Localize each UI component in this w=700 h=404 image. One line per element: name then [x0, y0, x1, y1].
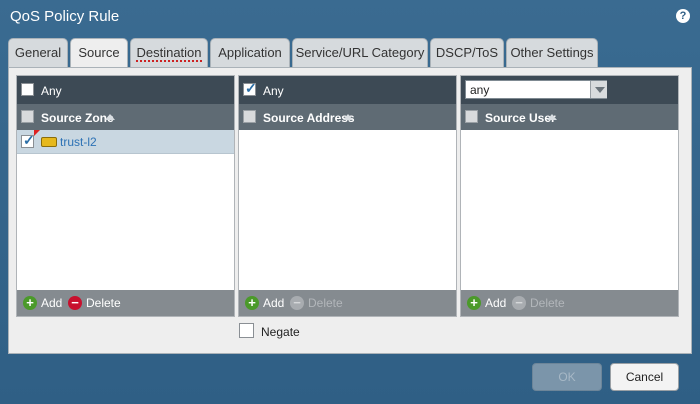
- source-panel: Any Source Zone ✓ trust-l2 + Add − Delet…: [8, 67, 692, 354]
- source-user-footer: + Add − Delete: [461, 290, 678, 316]
- source-address-any-label: Any: [263, 84, 284, 98]
- help-icon[interactable]: ?: [676, 9, 690, 23]
- source-address-header[interactable]: Source Address: [239, 104, 456, 130]
- source-address-select-all-checkbox[interactable]: [243, 110, 256, 123]
- source-user-delete-button[interactable]: − Delete: [512, 296, 565, 312]
- source-user-select-bar: any: [461, 76, 678, 104]
- negate-checkbox[interactable]: [239, 323, 254, 338]
- source-zone-header-label: Source Zone: [41, 111, 114, 125]
- tab-destination[interactable]: Destination: [130, 38, 208, 68]
- dialog-title: QoS Policy Rule: [10, 8, 120, 25]
- zone-icon: [41, 137, 57, 147]
- source-zone-any-checkbox[interactable]: [21, 83, 34, 96]
- source-address-header-label: Source Address: [263, 111, 355, 125]
- source-address-any-bar: ✓ Any: [239, 76, 456, 104]
- minus-circle-icon: −: [68, 296, 82, 310]
- plus-circle-icon: +: [23, 296, 37, 310]
- qos-policy-rule-dialog: QoS Policy Rule ? General Source Destina…: [0, 0, 700, 404]
- source-user-add-button[interactable]: + Add: [467, 296, 507, 312]
- source-zone-footer: + Add − Delete: [17, 290, 234, 316]
- sort-asc-icon[interactable]: [343, 114, 353, 120]
- source-user-header[interactable]: Source User: [461, 104, 678, 130]
- plus-circle-icon: +: [467, 296, 481, 310]
- zone-name-link[interactable]: trust-l2: [60, 135, 97, 149]
- source-user-select[interactable]: any: [465, 80, 607, 99]
- source-address-add-button[interactable]: + Add: [245, 296, 285, 312]
- flag-icon: [34, 130, 40, 136]
- source-address-any-checkbox[interactable]: ✓: [243, 80, 257, 96]
- source-user-column: any Source User + Add − Delete: [460, 75, 679, 317]
- ok-button[interactable]: OK: [532, 363, 602, 391]
- sort-asc-icon[interactable]: [547, 114, 557, 120]
- source-zone-any-bar: Any: [17, 76, 234, 104]
- cancel-button[interactable]: Cancel: [610, 363, 679, 391]
- source-user-select-all-checkbox[interactable]: [465, 110, 478, 123]
- source-zone-column: Any Source Zone ✓ trust-l2 + Add − Delet…: [16, 75, 235, 317]
- tab-general[interactable]: General: [8, 38, 68, 68]
- sort-asc-icon[interactable]: [105, 114, 115, 120]
- source-user-header-label: Source User: [485, 111, 556, 125]
- source-zone-header[interactable]: Source Zone: [17, 104, 234, 130]
- tab-source[interactable]: Source: [70, 38, 128, 69]
- minus-circle-icon: −: [512, 296, 526, 310]
- negate-label: Negate: [261, 325, 300, 339]
- source-zone-delete-button[interactable]: − Delete: [68, 296, 121, 312]
- source-zone-select-all-checkbox[interactable]: [21, 110, 34, 123]
- plus-circle-icon: +: [245, 296, 259, 310]
- table-row[interactable]: ✓ trust-l2: [17, 130, 234, 154]
- source-zone-any-label: Any: [41, 84, 62, 98]
- tab-dscp-tos[interactable]: DSCP/ToS: [430, 38, 504, 68]
- source-zone-add-button[interactable]: + Add: [23, 296, 63, 312]
- source-address-delete-button[interactable]: − Delete: [290, 296, 343, 312]
- minus-circle-icon: −: [290, 296, 304, 310]
- source-address-footer: + Add − Delete: [239, 290, 456, 316]
- row-checkbox[interactable]: ✓: [21, 132, 35, 148]
- tab-application[interactable]: Application: [210, 38, 290, 68]
- tab-other-settings[interactable]: Other Settings: [506, 38, 598, 68]
- chevron-down-icon[interactable]: [590, 81, 607, 98]
- source-address-column: ✓ Any Source Address + Add − Delete: [238, 75, 457, 317]
- tab-service-url-category[interactable]: Service/URL Category: [292, 38, 428, 68]
